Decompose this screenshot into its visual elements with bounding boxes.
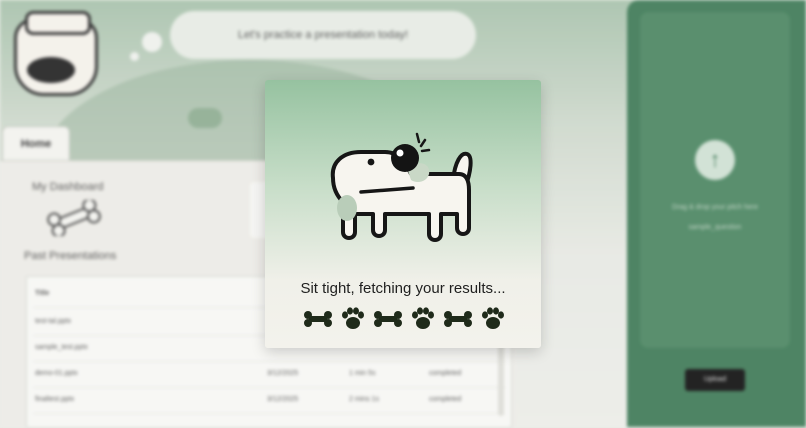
bone-icon xyxy=(374,311,402,327)
paw-icon xyxy=(482,307,504,329)
paw-icon xyxy=(412,307,434,329)
paw-icon xyxy=(342,307,364,329)
dog-illustration-icon xyxy=(330,132,473,242)
loading-indicator xyxy=(301,306,507,332)
loading-message: Sit tight, fetching your results... xyxy=(300,280,506,297)
loading-modal: Sit tight, fetching your results... xyxy=(265,80,541,348)
bone-icon xyxy=(444,311,472,327)
bone-icon xyxy=(304,311,332,327)
